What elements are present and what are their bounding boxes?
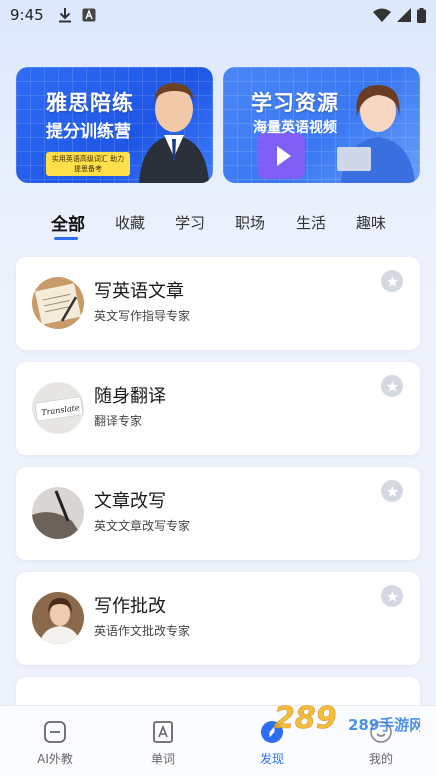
banner-ielts[interactable]: 雅思陪练 提分训练营 实用英语高级词汇 助力提思备考 bbox=[16, 67, 213, 183]
card-title: 写英语文章 bbox=[94, 281, 184, 302]
active-tab-indicator bbox=[54, 237, 78, 240]
nav-ai-tutor[interactable]: AI外教 bbox=[10, 706, 100, 776]
banner-resources[interactable]: 学习资源 海量英语视频 bbox=[223, 67, 420, 183]
nav-label: AI外教 bbox=[37, 752, 73, 766]
favorite-star-icon[interactable] bbox=[381, 375, 403, 397]
card-avatar-grading bbox=[32, 592, 84, 644]
watermark-text: 289手游网 bbox=[348, 716, 420, 734]
tab-favorites[interactable]: 收藏 bbox=[115, 212, 145, 233]
banner-resources-title: 学习资源 bbox=[251, 91, 339, 115]
card-translate[interactable]: Translate 随身翻译 翻译专家 bbox=[16, 362, 420, 455]
tab-study[interactable]: 学习 bbox=[175, 212, 205, 233]
card-avatar-translate: Translate bbox=[32, 382, 84, 434]
banner-ielts-tag: 实用英语高级词汇 助力提思备考 bbox=[46, 152, 130, 176]
category-tabs: 全部 收藏 学习 职场 生活 趣味 bbox=[0, 212, 436, 242]
card-avatar-writing bbox=[32, 277, 84, 329]
wifi-icon bbox=[373, 8, 391, 22]
card-title: 文章改写 bbox=[94, 491, 166, 512]
watermark-logo: 289 289手游网 bbox=[270, 698, 425, 738]
card-write-article[interactable]: 写英语文章 英文写作指导专家 bbox=[16, 257, 420, 350]
card-subtitle: 英语作文批改专家 bbox=[94, 624, 191, 638]
svg-text:289: 289 bbox=[274, 701, 337, 736]
text-a-icon bbox=[82, 8, 96, 22]
banner-video-illustration bbox=[257, 133, 305, 179]
nav-label: 我的 bbox=[368, 752, 393, 766]
nav-words[interactable]: 单词 bbox=[118, 706, 208, 776]
nav-label: 发现 bbox=[259, 752, 284, 766]
word-book-icon bbox=[153, 721, 173, 743]
banner-ielts-subtitle: 提分训练营 bbox=[46, 122, 131, 142]
card-title: 写作批改 bbox=[94, 596, 166, 617]
favorite-star-icon[interactable] bbox=[381, 270, 403, 292]
card-subtitle: 翻译专家 bbox=[94, 414, 143, 428]
card-title: 随身翻译 bbox=[94, 386, 166, 407]
card-subtitle: 英文文章改写专家 bbox=[94, 519, 191, 533]
battery-icon bbox=[417, 7, 426, 23]
card-avatar-rewrite bbox=[32, 487, 84, 539]
banner-person-illustration bbox=[139, 83, 209, 183]
tab-fun[interactable]: 趣味 bbox=[356, 212, 386, 233]
favorite-star-icon[interactable] bbox=[381, 585, 403, 607]
card-grading[interactable]: 写作批改 英语作文批改专家 bbox=[16, 572, 420, 665]
chat-icon bbox=[44, 721, 66, 743]
banner-ielts-title: 雅思陪练 bbox=[46, 91, 134, 115]
status-bar: 9:45 bbox=[0, 0, 436, 30]
signal-icon bbox=[397, 8, 411, 22]
card-rewrite[interactable]: 文章改写 英文文章改写专家 bbox=[16, 467, 420, 560]
download-icon bbox=[58, 8, 71, 23]
banner-assistant-illustration bbox=[337, 85, 415, 183]
tab-all[interactable]: 全部 bbox=[51, 210, 85, 235]
tab-workplace[interactable]: 职场 bbox=[235, 212, 265, 233]
status-time: 9:45 bbox=[10, 6, 44, 24]
nav-label: 单词 bbox=[150, 752, 175, 766]
banner-resources-subtitle: 海量英语视频 bbox=[253, 120, 337, 136]
card-subtitle: 英文写作指导专家 bbox=[94, 309, 191, 323]
tab-life[interactable]: 生活 bbox=[296, 212, 326, 233]
favorite-star-icon[interactable] bbox=[381, 480, 403, 502]
